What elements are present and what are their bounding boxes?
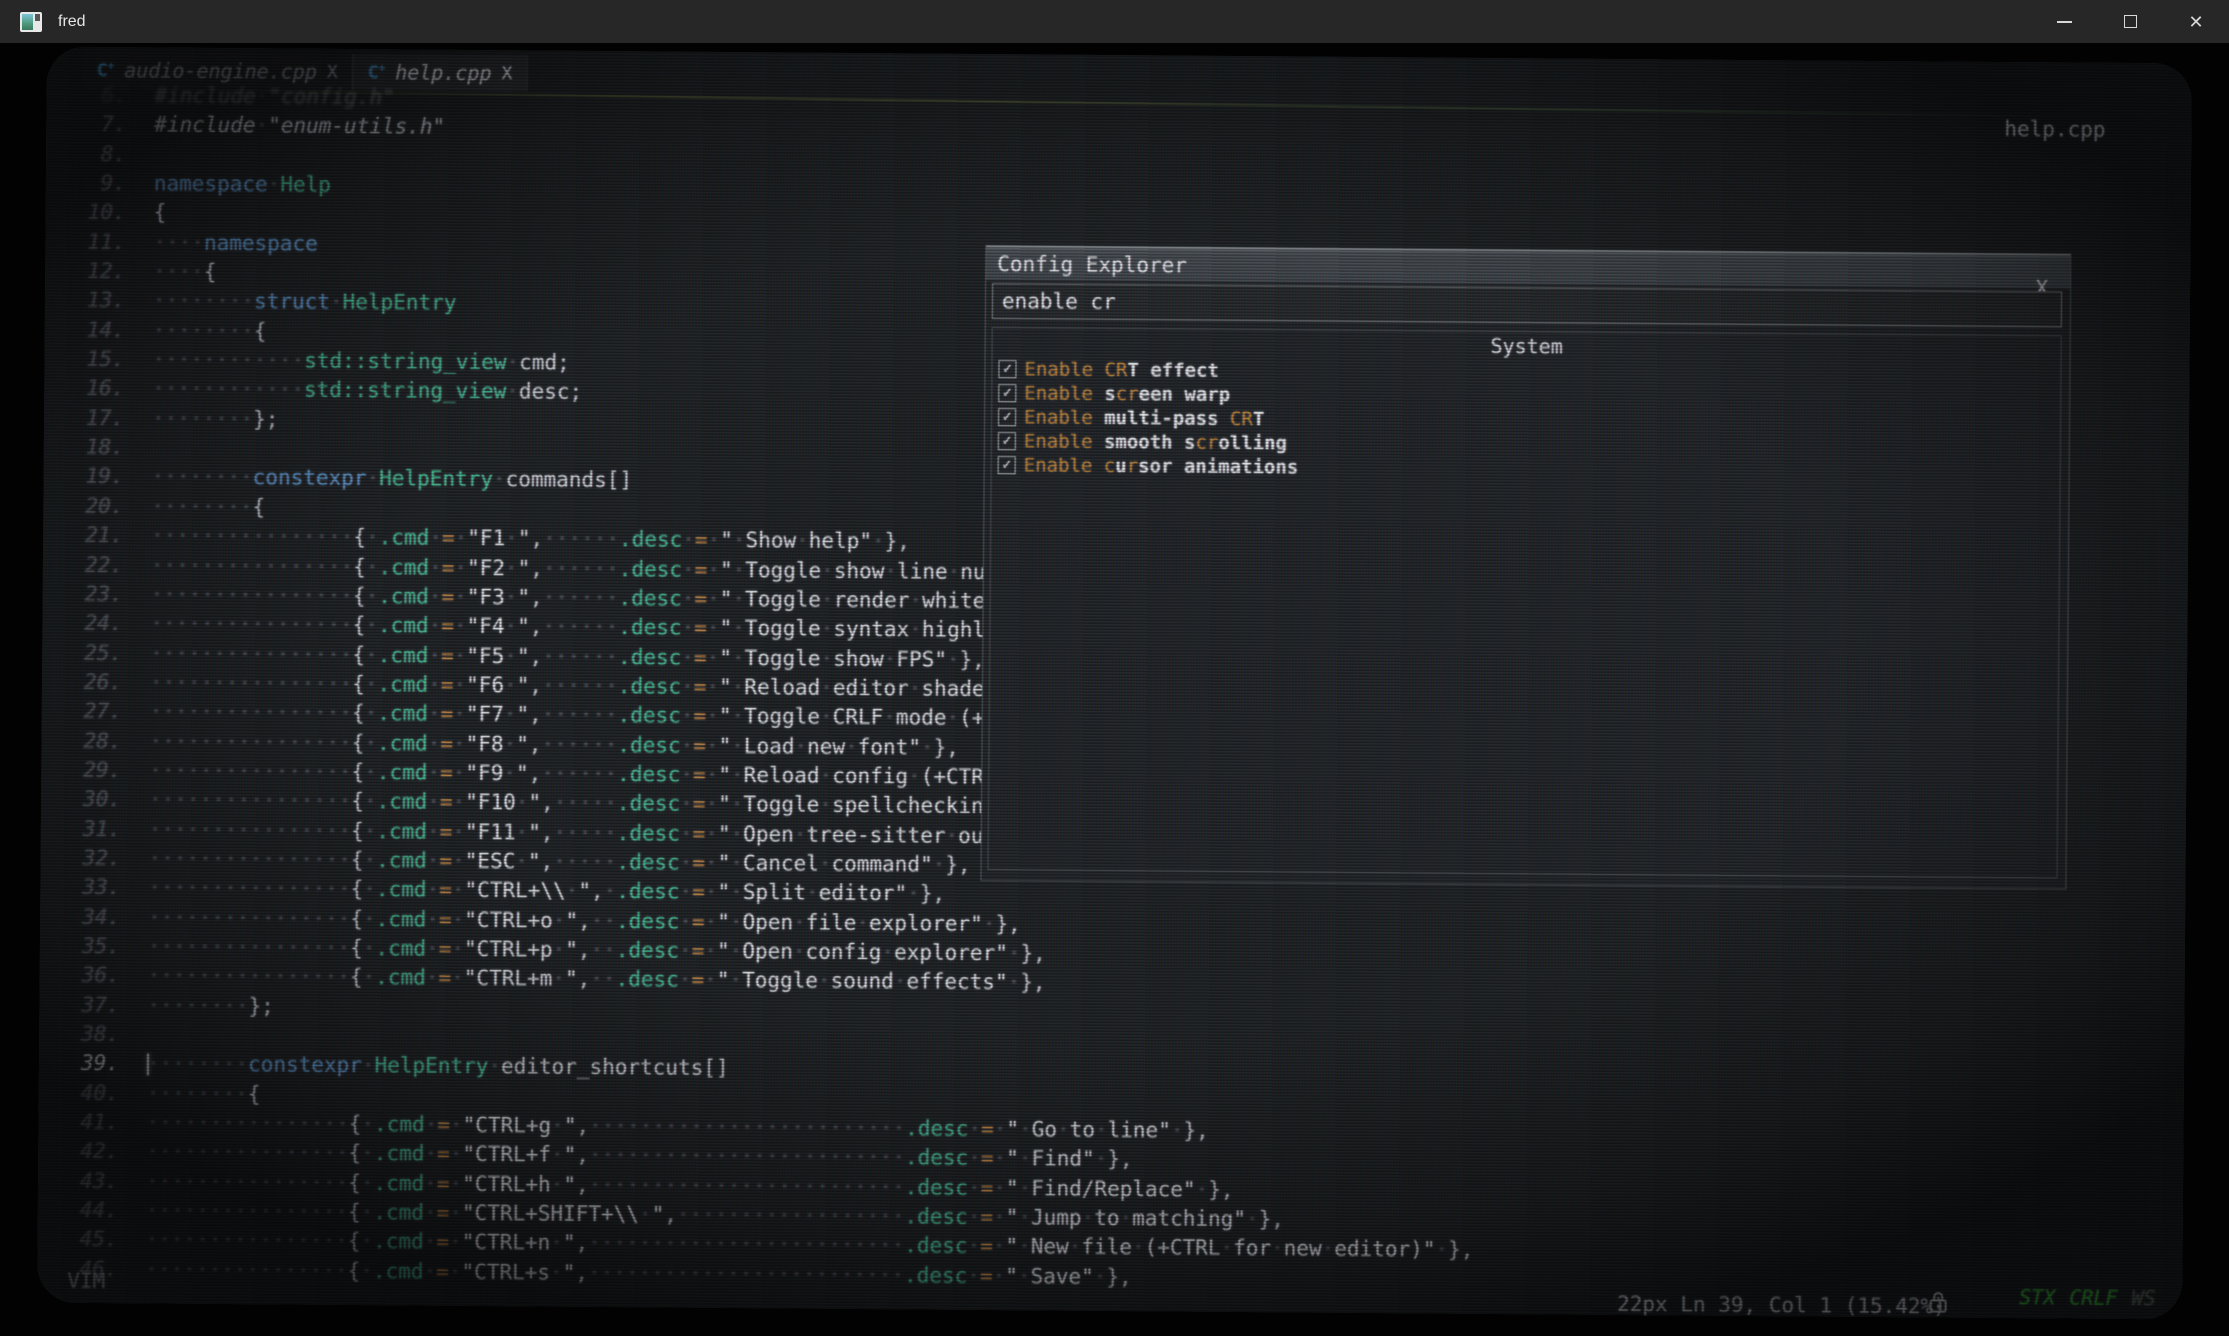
cpp-file-icon: C+ [97,59,115,81]
line-number: 38. [37,1019,147,1050]
status-flag-ws: WS [2131,1286,2155,1310]
cpp-file-icon: C+ [368,61,386,83]
tab-close-button[interactable]: X [501,63,512,84]
line-number: 24. [37,608,150,639]
app-icon [20,12,42,32]
line-number: 18. [37,432,152,463]
line-number: 37. [37,990,147,1021]
line-number: 33. [37,873,148,904]
config-search-input[interactable]: enable cr [992,283,2062,327]
window-title: fred [58,13,86,31]
close-button[interactable]: ✕ [2163,0,2229,43]
line-number: 21. [37,520,151,551]
window-titlebar: fred ✕ [0,0,2229,43]
line-number: 19. [37,462,152,493]
line-number: 13. [37,286,153,317]
status-metrics: 22px Ln 39, Col 1 (15.42%) [1617,1292,1946,1319]
line-number: 30. [37,784,149,815]
minimize-button[interactable] [2031,0,2097,43]
line-number: 36. [37,961,148,992]
line-number: 20. [37,491,151,522]
line-number: 23. [37,579,151,610]
line-number: 14. [37,315,153,346]
maximize-icon [2124,15,2137,28]
line-number: 28. [37,726,150,757]
line-number: 43. [37,1166,146,1197]
line-number: 34. [37,902,148,933]
line-number: 16. [37,374,152,405]
checkbox-checked-icon[interactable]: ✓ [998,432,1016,450]
status-flag-crlf: CRLF [2069,1286,2117,1310]
line-number: 12. [37,256,153,287]
tab-label: audio-engine.cpp [124,58,317,84]
config-option-label: Enable cursor animations [1024,454,1299,478]
config-results-panel: System ✓Enable CRT effect✓Enable screen … [988,327,2062,878]
close-icon: ✕ [2188,13,2203,31]
checkbox-checked-icon[interactable]: ✓ [998,360,1016,378]
status-flag-stx: STX [2019,1285,2055,1309]
status-flags: STX CRLF WS [2019,1285,2156,1310]
line-number: 17. [37,403,152,434]
line-number: 41. [37,1107,147,1138]
minimize-icon [2057,21,2072,23]
line-number: 44. [37,1195,146,1226]
popup-title[interactable]: Config Explorer [986,246,2070,289]
line-number: 15. [37,344,153,375]
crt-screen: C+audio-engine.cppXC+help.cppX help.cpp … [37,47,2192,1320]
config-option-label: Enable smooth scrolling [1024,430,1287,454]
line-number: 40. [37,1078,147,1109]
config-option-label: Enable screen warp [1024,382,1230,406]
config-option-label: Enable multi-pass CRT [1024,406,1264,430]
checkbox-checked-icon[interactable]: ✓ [998,384,1016,402]
tab-label: help.cpp [395,60,492,85]
line-number: 11. [37,227,153,258]
line-number: 32. [37,843,149,874]
lock-icon[interactable] [1927,1290,1949,1318]
line-number: 8. [37,139,154,170]
line-number: 7. [37,110,154,141]
line-number: 6. [37,80,155,111]
config-options-list: ✓ Enable CRT effect ✓ Enable screen warp ✓ En… [992,357,2061,485]
line-number: 26. [37,667,150,698]
config-option-label: Enable CRT effect [1024,358,1219,382]
file-indicator: help.cpp [2004,117,2105,142]
line-number: 35. [37,931,148,962]
line-number: 27. [37,696,150,727]
crt-stage: C+audio-engine.cppXC+help.cppX help.cpp … [0,43,2229,1336]
line-number: 31. [37,814,149,845]
line-number: 45. [37,1225,146,1256]
line-number: 29. [37,755,149,786]
line-number: 10. [37,198,154,229]
checkbox-checked-icon[interactable]: ✓ [998,456,1016,474]
tab-close-button[interactable]: X [327,61,338,82]
line-number: 25. [37,638,150,669]
line-number: 22. [37,550,151,581]
vim-mode-indicator: VIM [67,1269,105,1293]
config-explorer-popup: Config Explorer X enable cr System ✓Enab… [980,245,2071,890]
window-controls: ✕ [2031,0,2229,43]
checkbox-checked-icon[interactable]: ✓ [998,408,1016,426]
line-number: 39. [37,1049,147,1080]
line-number: 42. [37,1137,146,1168]
maximize-button[interactable] [2097,0,2163,43]
line-number: 9. [37,168,154,199]
